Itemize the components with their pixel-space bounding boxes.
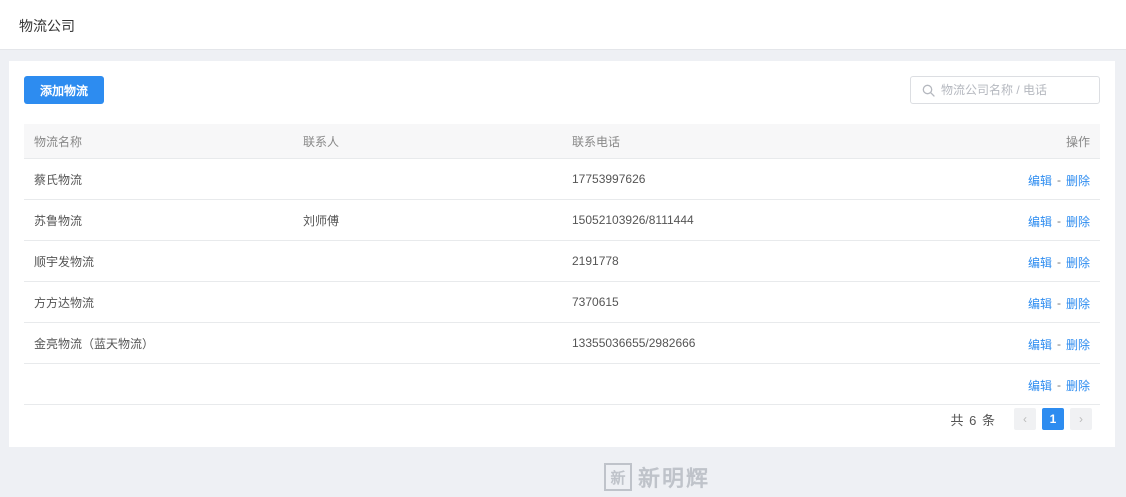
cell-name: 金亮物流（蓝天物流） (34, 336, 155, 351)
total-count: 共 6 条 (950, 412, 996, 428)
page-button-1[interactable]: 1 (1042, 408, 1064, 430)
cell-name: 蔡氏物流 (34, 172, 83, 187)
pagination: 共 6 条 ‹ 1 › (951, 408, 1092, 430)
watermark-logo: 新 新明辉 (604, 461, 710, 493)
edit-link[interactable]: 编辑 (1028, 172, 1052, 189)
delete-link[interactable]: 删除 (1066, 213, 1090, 230)
cell-phone: 13355036655/2982666 (572, 336, 696, 350)
table-header: 物流名称 联系人 联系电话 操作 (24, 124, 1100, 159)
cell-actions: 编辑 - 删除 (1028, 323, 1090, 364)
next-page-icon[interactable]: › (1070, 408, 1092, 430)
cell-phone: 7370615 (572, 295, 619, 309)
table-row: 方方达物流 7370615 编辑 - 删除 (24, 282, 1100, 323)
cell-name: 苏鲁物流 (34, 213, 83, 228)
cell-actions: 编辑 - 删除 (1028, 282, 1090, 323)
edit-link[interactable]: 编辑 (1028, 336, 1052, 353)
edit-link[interactable]: 编辑 (1028, 377, 1052, 394)
cell-name: 顺宇发物流 (34, 254, 95, 269)
action-separator: - (1056, 337, 1061, 351)
delete-link[interactable]: 删除 (1066, 377, 1090, 394)
cell-phone: 15052103926/8111444 (572, 213, 694, 227)
cell-actions: 编辑 - 删除 (1028, 364, 1090, 405)
cell-actions: 编辑 - 删除 (1028, 241, 1090, 282)
cell-name: 方方达物流 (34, 295, 95, 310)
cell-phone: 2191778 (572, 254, 619, 268)
table-row: 金亮物流（蓝天物流） 13355036655/2982666 编辑 - 删除 (24, 323, 1100, 364)
search-input[interactable] (941, 78, 1091, 102)
cell-phone: 17753997626 (572, 172, 646, 186)
table-row: 顺宇发物流 2191778 编辑 - 删除 (24, 241, 1100, 282)
search-box[interactable] (910, 76, 1100, 104)
column-header-phone: 联系电话 (572, 134, 621, 149)
table-row: 苏鲁物流 刘师傅 15052103926/8111444 编辑 - 删除 (24, 200, 1100, 241)
watermark-seal: 新 (604, 463, 632, 491)
edit-link[interactable]: 编辑 (1028, 295, 1052, 312)
add-logistics-button[interactable]: 添加物流 (24, 76, 104, 104)
action-separator: - (1056, 378, 1061, 392)
action-separator: - (1056, 173, 1061, 187)
delete-link[interactable]: 删除 (1066, 254, 1090, 271)
content-panel: 添加物流 物流名称 联系人 联系电话 操作 蔡氏物流 17753997626 编… (9, 61, 1115, 447)
action-separator: - (1056, 214, 1061, 228)
top-bar: 物流公司 (0, 0, 1126, 50)
watermark-text: 新明辉 (638, 466, 711, 492)
column-header-actions: 操作 (1065, 134, 1090, 149)
edit-link[interactable]: 编辑 (1028, 213, 1052, 230)
page-title: 物流公司 (19, 18, 75, 34)
column-header-contact: 联系人 (303, 134, 340, 149)
column-header-name: 物流名称 (34, 134, 83, 149)
action-separator: - (1056, 296, 1061, 310)
edit-link[interactable]: 编辑 (1028, 254, 1052, 271)
cell-actions: 编辑 - 删除 (1028, 200, 1090, 241)
table-row: 蔡氏物流 17753997626 编辑 - 删除 (24, 159, 1100, 200)
delete-link[interactable]: 删除 (1066, 336, 1090, 353)
action-separator: - (1056, 255, 1061, 269)
delete-link[interactable]: 删除 (1066, 295, 1090, 312)
search-icon (922, 84, 935, 97)
cell-actions: 编辑 - 删除 (1028, 159, 1090, 200)
logistics-table: 物流名称 联系人 联系电话 操作 蔡氏物流 17753997626 编辑 - 删除 … (24, 124, 1100, 405)
table-row: 编辑 - 删除 (24, 364, 1100, 405)
delete-link[interactable]: 删除 (1066, 172, 1090, 189)
cell-contact: 刘师傅 (303, 213, 340, 228)
prev-page-icon[interactable]: ‹ (1014, 408, 1036, 430)
